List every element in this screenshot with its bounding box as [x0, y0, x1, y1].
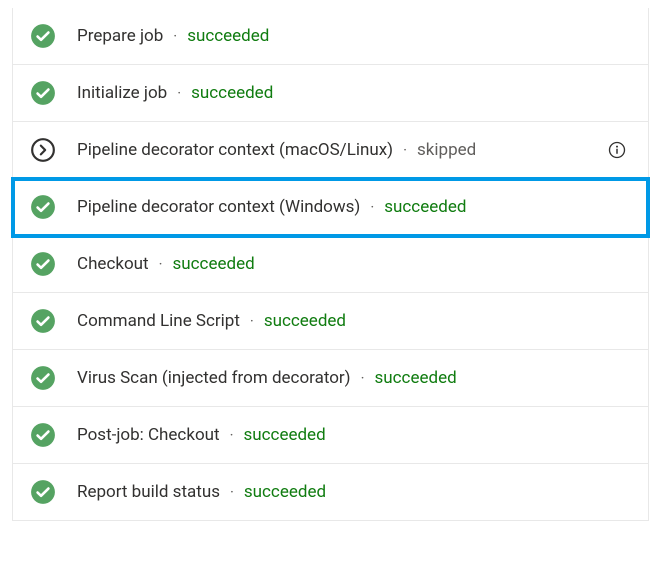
step-label: Report build status: [77, 482, 220, 502]
separator-dot: ·: [230, 483, 234, 501]
success-check-icon: [30, 23, 56, 49]
status-skipped-icon: [29, 136, 57, 164]
skipped-arrow-icon: [30, 137, 56, 163]
success-check-icon: [30, 479, 56, 505]
pipeline-step-list: Prepare job · succeeded Initialize job · succ…: [12, 8, 649, 521]
status-success-icon: [29, 421, 57, 449]
step-label: Checkout: [77, 254, 149, 274]
step-row[interactable]: Initialize job · succeeded: [13, 65, 648, 122]
success-check-icon: [30, 80, 56, 106]
separator-dot: ·: [177, 84, 181, 102]
step-label: Virus Scan (injected from decorator): [77, 368, 351, 388]
status-success-icon: [29, 193, 57, 221]
status-text: succeeded: [173, 254, 255, 274]
step-row[interactable]: Prepare job · succeeded: [13, 8, 648, 65]
separator-dot: ·: [403, 141, 407, 159]
success-check-icon: [30, 194, 56, 220]
step-label: Initialize job: [77, 83, 167, 103]
success-check-icon: [30, 422, 56, 448]
separator-dot: ·: [159, 255, 163, 273]
status-text: succeeded: [264, 311, 346, 331]
separator-dot: ·: [230, 426, 234, 444]
status-success-icon: [29, 478, 57, 506]
step-label: Pipeline decorator context (macOS/Linux): [77, 140, 393, 160]
status-text: succeeded: [187, 26, 269, 46]
step-row[interactable]: Virus Scan (injected from decorator) · suc…: [13, 350, 648, 407]
info-icon[interactable]: [607, 140, 627, 160]
info-button[interactable]: [606, 139, 628, 161]
separator-dot: ·: [361, 369, 365, 387]
status-success-icon: [29, 364, 57, 392]
status-text: succeeded: [244, 482, 326, 502]
step-label: Command Line Script: [77, 311, 240, 331]
status-success-icon: [29, 307, 57, 335]
step-row[interactable]: Report build status · succeeded: [13, 464, 648, 521]
status-success-icon: [29, 79, 57, 107]
step-row[interactable]: Pipeline decorator context (Windows) · suc…: [13, 179, 648, 236]
separator-dot: ·: [250, 312, 254, 330]
success-check-icon: [30, 251, 56, 277]
step-label: Post-job: Checkout: [77, 425, 220, 445]
success-check-icon: [30, 308, 56, 334]
step-row[interactable]: Checkout · succeeded: [13, 236, 648, 293]
status-success-icon: [29, 22, 57, 50]
step-label: Pipeline decorator context (Windows): [77, 197, 360, 217]
status-text: succeeded: [384, 197, 466, 217]
step-label: Prepare job: [77, 26, 163, 46]
step-row[interactable]: Post-job: Checkout · succeeded: [13, 407, 648, 464]
status-success-icon: [29, 250, 57, 278]
status-text: succeeded: [191, 83, 273, 103]
step-row[interactable]: Command Line Script · succeeded: [13, 293, 648, 350]
separator-dot: ·: [173, 27, 177, 45]
status-text: succeeded: [244, 425, 326, 445]
status-text: skipped: [417, 140, 476, 160]
step-row[interactable]: Pipeline decorator context (macOS/Linux)…: [13, 122, 648, 179]
status-text: succeeded: [375, 368, 457, 388]
separator-dot: ·: [370, 198, 374, 216]
success-check-icon: [30, 365, 56, 391]
